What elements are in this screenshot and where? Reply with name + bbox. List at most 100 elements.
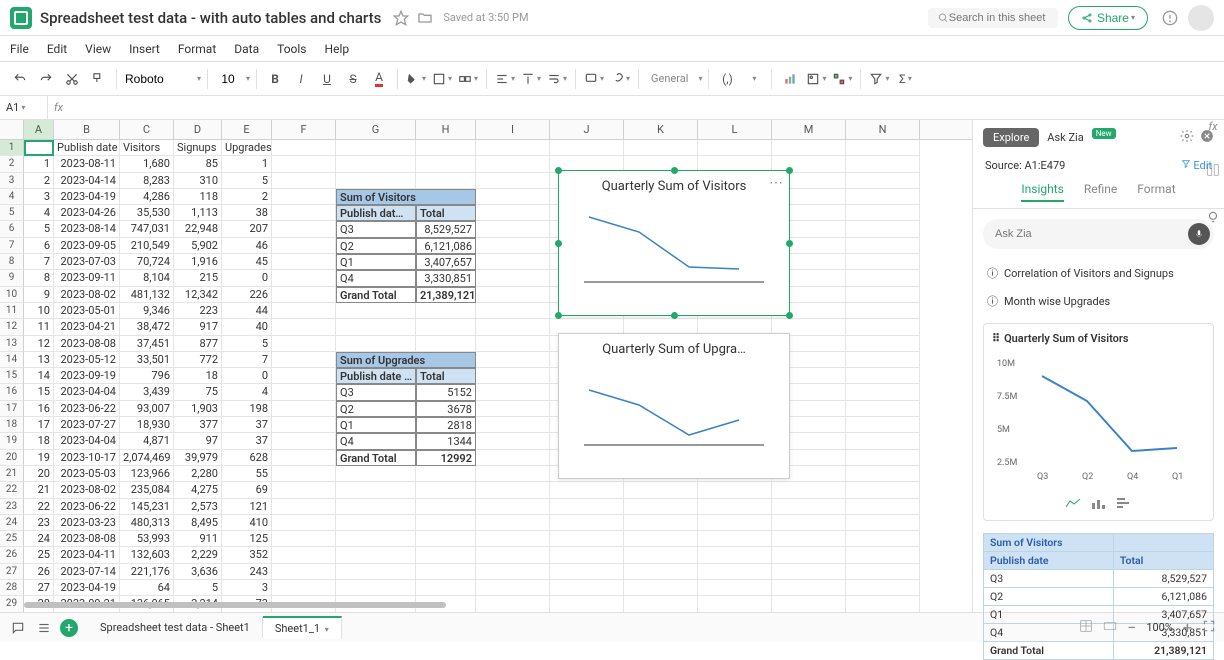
cell[interactable]: 22,948: [174, 221, 222, 237]
cell[interactable]: 6,121,086: [416, 238, 476, 254]
row-header[interactable]: 4: [0, 189, 24, 205]
fullscreen-icon[interactable]: [1202, 619, 1216, 636]
cell[interactable]: 310: [174, 173, 222, 189]
cell[interactable]: [846, 417, 920, 433]
cell[interactable]: 2023-08-02: [54, 287, 120, 303]
cell[interactable]: 2023-04-19: [54, 189, 120, 205]
cell[interactable]: 2023-03-23: [54, 515, 120, 531]
cell[interactable]: [416, 466, 476, 482]
row-header[interactable]: 6: [0, 221, 24, 237]
cell[interactable]: 14: [24, 368, 54, 384]
menu-format[interactable]: Format: [178, 42, 216, 56]
cell[interactable]: [336, 140, 416, 156]
decimal-button[interactable]: ▾: [741, 67, 765, 91]
sheet-tab-2[interactable]: Sheet1_1 ▾: [263, 616, 342, 639]
cell[interactable]: [772, 531, 846, 547]
cell[interactable]: [272, 466, 336, 482]
cell[interactable]: 33,501: [120, 352, 174, 368]
cell[interactable]: 1344: [416, 433, 476, 449]
cell[interactable]: 1: [24, 156, 54, 172]
row-header[interactable]: 8: [0, 254, 24, 270]
formula-input[interactable]: [69, 96, 1224, 119]
cell[interactable]: 2,573: [174, 499, 222, 515]
ask-zia-label[interactable]: Ask Zia: [1047, 131, 1083, 144]
cell[interactable]: 215: [174, 270, 222, 286]
cell[interactable]: 2023-07-03: [54, 254, 120, 270]
cell[interactable]: [272, 352, 336, 368]
valign-button[interactable]: ▾: [519, 67, 543, 91]
cell[interactable]: [772, 515, 846, 531]
cell[interactable]: 10: [24, 303, 54, 319]
row-header[interactable]: 1: [0, 140, 24, 156]
cell[interactable]: [698, 547, 772, 563]
col-header-B[interactable]: B: [54, 120, 120, 139]
menu-insert[interactable]: Insert: [129, 42, 160, 56]
cell[interactable]: Grand Total: [336, 287, 416, 303]
cell[interactable]: [24, 140, 54, 156]
cell[interactable]: 2023-05-03: [54, 466, 120, 482]
cell[interactable]: [476, 547, 550, 563]
cell[interactable]: [416, 140, 476, 156]
col-header-C[interactable]: C: [120, 120, 174, 139]
spreadsheet-grid[interactable]: A B C D E F G H I J K L M N 1Publish dat…: [0, 120, 972, 612]
cell[interactable]: 26: [24, 564, 54, 580]
cell[interactable]: Q3: [336, 221, 416, 237]
cell[interactable]: 4,275: [174, 482, 222, 498]
folder-icon[interactable]: [417, 10, 433, 26]
row-header[interactable]: 16: [0, 384, 24, 400]
cell[interactable]: 5: [174, 580, 222, 596]
cell[interactable]: [416, 580, 476, 596]
cell[interactable]: [624, 515, 698, 531]
cell[interactable]: 97: [174, 433, 222, 449]
cell[interactable]: Visitors: [120, 140, 174, 156]
cell[interactable]: [476, 368, 550, 384]
col-header-M[interactable]: M: [772, 120, 846, 139]
row-header[interactable]: 20: [0, 450, 24, 466]
cell[interactable]: [550, 564, 624, 580]
cell[interactable]: [336, 531, 416, 547]
fx-rail-icon[interactable]: fx: [1208, 120, 1217, 133]
cell[interactable]: 2023-04-26: [54, 205, 120, 221]
cell[interactable]: [772, 564, 846, 580]
cell[interactable]: 118: [174, 189, 222, 205]
col-header-G[interactable]: G: [336, 120, 416, 139]
cell[interactable]: Q1: [336, 417, 416, 433]
menu-view[interactable]: View: [85, 42, 111, 56]
cell[interactable]: [698, 515, 772, 531]
cell[interactable]: [272, 336, 336, 352]
cell[interactable]: 2,074,469: [120, 450, 174, 466]
cell-reference[interactable]: A1 ▾: [0, 96, 48, 119]
cell[interactable]: [846, 368, 920, 384]
cell[interactable]: [772, 482, 846, 498]
cell[interactable]: 877: [174, 336, 222, 352]
cell[interactable]: 27: [24, 580, 54, 596]
cell[interactable]: [846, 564, 920, 580]
cell[interactable]: [272, 173, 336, 189]
cell[interactable]: 2023-08-11: [54, 156, 120, 172]
drag-icon[interactable]: ⠿: [992, 332, 1000, 345]
cell[interactable]: [272, 499, 336, 515]
cell[interactable]: 2023-04-19: [54, 580, 120, 596]
cell[interactable]: 12: [24, 336, 54, 352]
text-color-button[interactable]: A: [367, 67, 391, 91]
cell[interactable]: [476, 336, 550, 352]
cell[interactable]: 198: [222, 401, 272, 417]
chart-button[interactable]: [778, 67, 802, 91]
cell[interactable]: 53,993: [120, 531, 174, 547]
cell[interactable]: [846, 205, 920, 221]
cell[interactable]: [476, 466, 550, 482]
cell[interactable]: [476, 319, 550, 335]
cell[interactable]: Signups: [174, 140, 222, 156]
cell[interactable]: [846, 401, 920, 417]
cell[interactable]: 123,966: [120, 466, 174, 482]
cell[interactable]: [846, 499, 920, 515]
col-header-F[interactable]: F: [272, 120, 336, 139]
cell[interactable]: 377: [174, 417, 222, 433]
cell[interactable]: [846, 254, 920, 270]
cell[interactable]: 3,407,657: [416, 254, 476, 270]
row-header[interactable]: 19: [0, 433, 24, 449]
cell[interactable]: 235,084: [120, 482, 174, 498]
cell[interactable]: 15: [24, 384, 54, 400]
cell[interactable]: [336, 515, 416, 531]
cell[interactable]: 125: [222, 531, 272, 547]
